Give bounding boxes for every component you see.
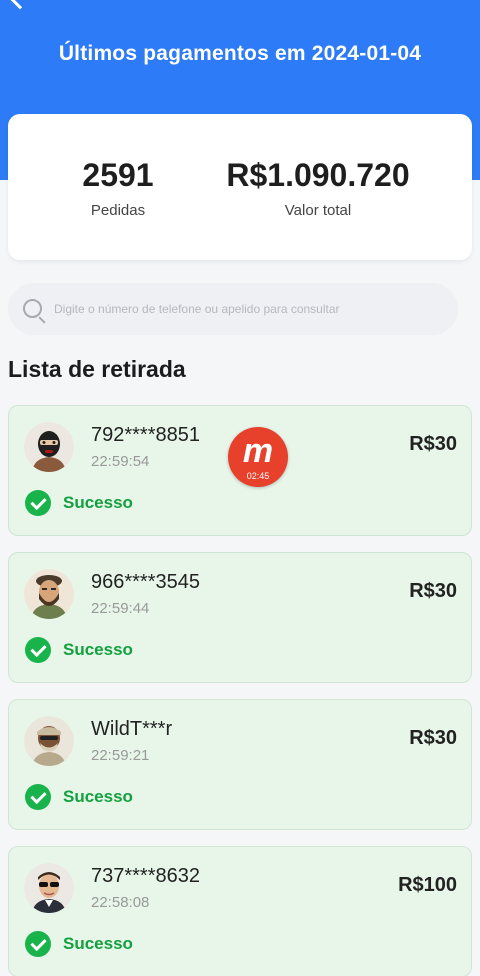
masked-avatar — [24, 422, 74, 472]
withdrawal-item[interactable]: 966****3545 22:59:44 R$30 Sucesso — [8, 552, 472, 683]
check-circle-icon — [25, 490, 51, 516]
recorder-logo-icon: m — [242, 432, 274, 470]
orders-stat: 2591 Pedidas — [53, 156, 183, 219]
withdrawal-amount: R$30 — [409, 727, 457, 749]
search-icon — [23, 299, 42, 318]
total-label: Valor total — [284, 202, 352, 219]
user-name: 966****3545 — [91, 571, 200, 593]
withdrawal-time: 22:59:21 — [91, 747, 150, 764]
total-value: R$1.090.720 — [226, 157, 410, 193]
summary-card: 2591 Pedidas R$1.090.720 Valor total — [8, 114, 472, 260]
orders-label: Pedidas — [90, 202, 146, 219]
withdrawal-list: 792****8851 22:59:54 R$30 Sucesso 966***… — [8, 405, 472, 976]
status-badge: Sucesso — [25, 490, 133, 516]
search-input[interactable] — [54, 283, 449, 335]
user-name: WildT***r — [91, 718, 173, 740]
status-badge: Sucesso — [25, 637, 133, 663]
withdrawal-time: 22:59:54 — [91, 453, 150, 470]
total-stat: R$1.090.720 Valor total — [208, 156, 428, 219]
withdrawal-time: 22:58:08 — [91, 894, 150, 911]
bandana-avatar — [24, 716, 74, 766]
status-text: Sucesso — [63, 934, 133, 953]
user-name: 792****8851 — [91, 424, 200, 446]
withdrawal-item[interactable]: 737****8632 22:58:08 R$100 Sucesso — [8, 846, 472, 976]
bearded-avatar — [24, 569, 74, 619]
withdrawal-amount: R$30 — [409, 580, 457, 602]
status-badge: Sucesso — [25, 931, 133, 957]
user-name: 737****8632 — [91, 865, 200, 887]
section-title: Lista de retirada — [8, 356, 186, 382]
check-circle-icon — [25, 637, 51, 663]
status-text: Sucesso — [63, 787, 133, 806]
status-text: Sucesso — [63, 640, 133, 659]
check-circle-icon — [25, 931, 51, 957]
status-text: Sucesso — [63, 493, 133, 512]
withdrawal-amount: R$100 — [398, 874, 457, 896]
withdrawal-item[interactable]: WildT***r 22:59:21 R$30 Sucesso — [8, 699, 472, 830]
sunglasses-avatar — [24, 863, 74, 913]
search-bar[interactable] — [8, 283, 458, 335]
withdrawal-amount: R$30 — [409, 433, 457, 455]
status-badge: Sucesso — [25, 784, 133, 810]
check-circle-icon — [25, 784, 51, 810]
back-arrow-icon[interactable] — [8, 0, 32, 10]
recording-time: 02:45 — [246, 471, 270, 481]
screen-recorder-badge[interactable]: m 02:45 — [228, 427, 288, 487]
page-title: Últimos pagamentos em 2024-01-04 — [58, 42, 422, 65]
orders-count: 2591 — [82, 157, 154, 193]
withdrawal-time: 22:59:44 — [91, 600, 150, 617]
